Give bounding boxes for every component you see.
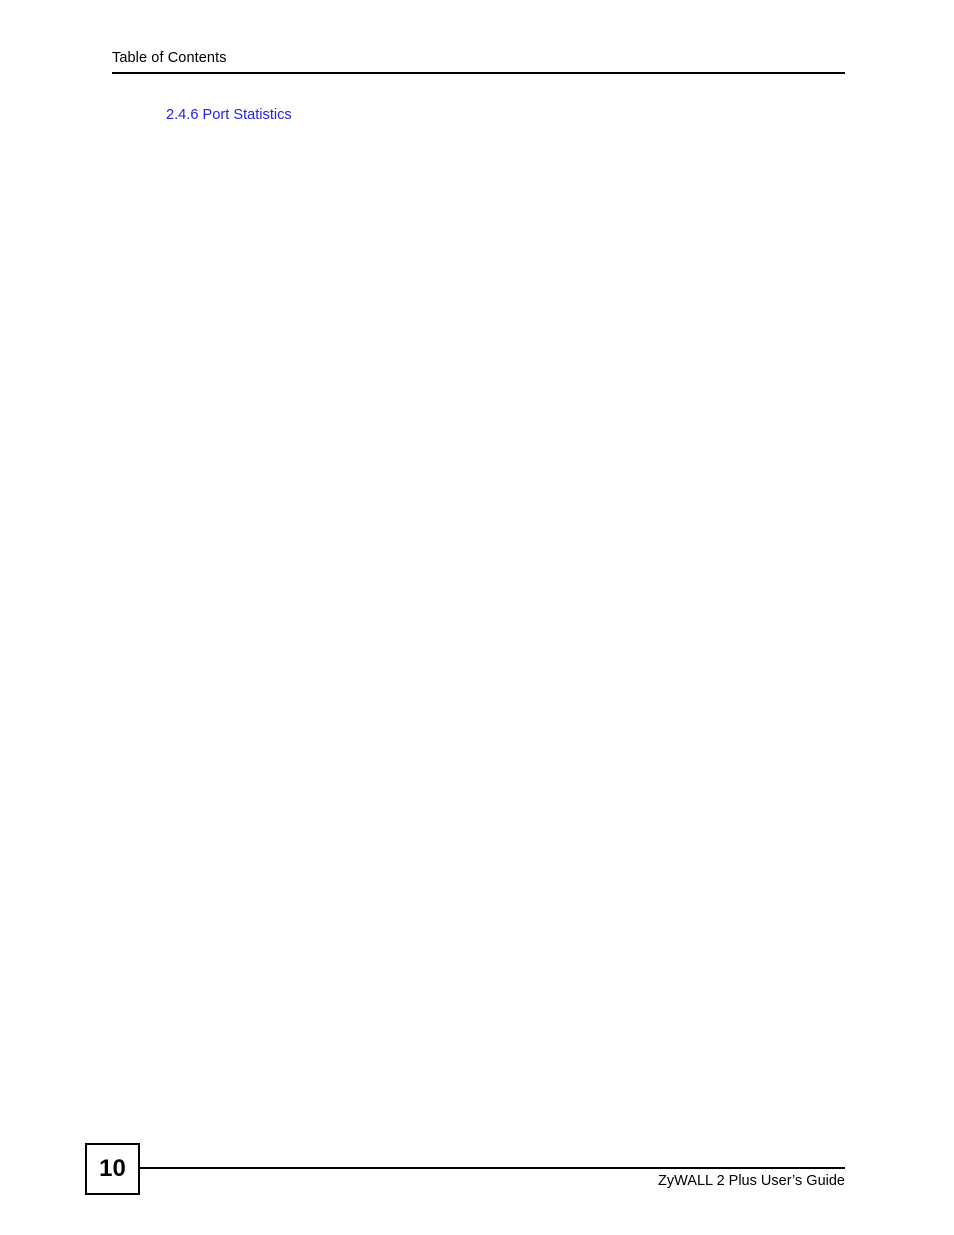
footer-guide-title: ZyWALL 2 Plus User’s Guide (658, 1173, 845, 1189)
page-footer: 10 ZyWALL 2 Plus User’s Guide (85, 1143, 869, 1199)
document-page: Table of Contents 2.4.6 Port Statistics6… (0, 0, 954, 1235)
running-header: Table of Contents (112, 50, 845, 74)
toc-entry-label: 2.4.6 Port Statistics (166, 107, 292, 123)
toc-entry-page-number: 64 (312, 104, 954, 1235)
header-divider (112, 72, 845, 74)
footer-divider (140, 1167, 845, 1169)
header-title: Table of Contents (112, 50, 227, 66)
page-number: 10 (99, 1155, 126, 1182)
page-number-box: 10 (85, 1143, 140, 1195)
toc-entry[interactable]: 2.4.6 Port Statistics64 (112, 104, 899, 1235)
table-of-contents: 2.4.6 Port Statistics642.4.7 DHCP Table … (112, 104, 845, 1235)
